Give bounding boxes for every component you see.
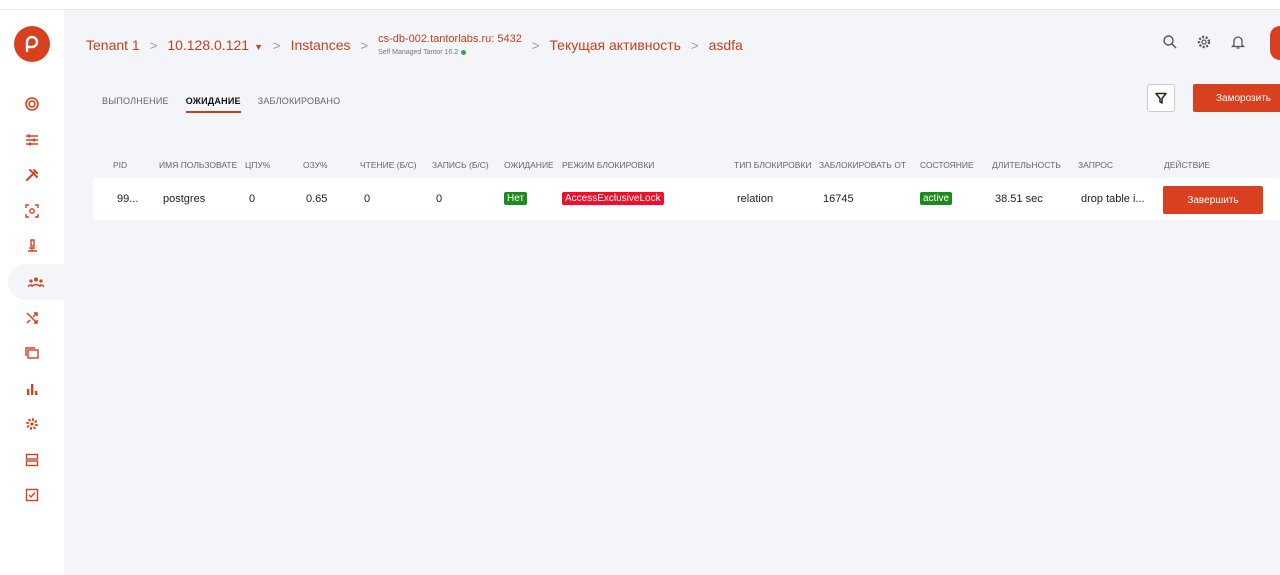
cell-blocked-by: 16745	[823, 193, 854, 205]
table-row[interactable]: 99... postgres 0 0.65 0 0 Нет AccessExcl…	[93, 178, 1280, 220]
col-waiting[interactable]: ОЖИДАНИЕ	[504, 160, 553, 170]
db-version-text: Self Managed Tantor 16.2	[378, 49, 459, 56]
cell-cpu: 0	[249, 193, 256, 205]
filter-icon	[1155, 92, 1167, 104]
chevron-right-icon: >	[149, 37, 158, 53]
cell-duration: 38.51 sec	[995, 193, 1043, 205]
crumb-host-label: 10.128.0.121	[167, 37, 250, 53]
status-dot-icon	[461, 50, 467, 55]
crumb-tenant[interactable]: Tenant 1	[86, 37, 140, 53]
col-duration[interactable]: ДЛИТЕЛЬНОСТЬ	[992, 160, 1072, 170]
chevron-right-icon: >	[531, 37, 540, 53]
top-strip	[0, 0, 1280, 10]
header: Tenant 1 > 10.128.0.121 ▼ > Instances > c…	[64, 10, 1280, 74]
crumb-activity[interactable]: Текущая активность	[549, 37, 681, 53]
microscope-icon[interactable]	[22, 236, 42, 256]
activity-table: PID ИМЯ ПОЛЬЗОВАТЕЛЯ ЦПУ% ОЗУ% ЧТЕНИЕ (Б…	[93, 150, 1280, 220]
sliders-icon[interactable]	[22, 130, 42, 150]
logo-mark-icon	[25, 35, 39, 53]
cell-user: postgres	[163, 193, 206, 205]
users-icon[interactable]	[8, 264, 64, 300]
freeze-button[interactable]: Заморозить	[1193, 84, 1280, 112]
target-icon[interactable]	[22, 94, 42, 114]
cell-query[interactable]: drop table i...	[1081, 193, 1145, 205]
col-pid[interactable]: PID	[113, 160, 143, 170]
chevron-right-icon: >	[272, 37, 281, 53]
col-action[interactable]: ДЕЙСТВИЕ	[1164, 160, 1224, 170]
checklist-icon[interactable]	[22, 485, 42, 505]
bar-chart-icon[interactable]	[22, 379, 42, 399]
col-state[interactable]: СОСТОЯНИЕ	[920, 160, 984, 170]
gear-icon[interactable]	[1196, 34, 1214, 52]
scan-icon[interactable]	[22, 201, 42, 221]
cog-icon[interactable]	[22, 414, 42, 434]
user-menu-button[interactable]	[1270, 26, 1280, 60]
chevron-right-icon: >	[360, 37, 369, 53]
crumb-db-sub: Self Managed Tantor 16.2	[378, 49, 522, 56]
cell-write: 0	[436, 193, 443, 205]
crumb-host[interactable]: 10.128.0.121 ▼	[167, 37, 263, 53]
server-icon[interactable]	[22, 450, 42, 470]
crumb-current: asdfa	[708, 37, 743, 53]
bell-icon[interactable]	[1230, 34, 1248, 52]
col-ram[interactable]: ОЗУ%	[303, 160, 343, 170]
cell-read: 0	[364, 193, 371, 205]
waiting-badge: Нет	[504, 192, 528, 205]
col-lock-type[interactable]: ТИП БЛОКИРОВКИ	[734, 160, 812, 170]
caret-down-icon: ▼	[254, 42, 263, 52]
cell-pid: 99...	[117, 193, 139, 205]
state-badge: active	[920, 192, 953, 205]
table-header: PID ИМЯ ПОЛЬЗОВАТЕЛЯ ЦПУ% ОЗУ% ЧТЕНИЕ (Б…	[93, 150, 1280, 178]
col-query[interactable]: ЗАПРОС	[1078, 160, 1128, 170]
app-logo[interactable]	[14, 26, 50, 62]
terminate-button[interactable]: Завершить	[1163, 186, 1263, 214]
col-user[interactable]: ИМЯ ПОЛЬЗОВАТЕЛЯ	[159, 160, 237, 170]
tab-running[interactable]: ВЫПОЛНЕНИЕ	[102, 96, 169, 113]
tools-icon[interactable]	[22, 165, 42, 185]
col-read[interactable]: ЧТЕНИЕ (Б/С)	[360, 160, 428, 170]
col-blocked-by[interactable]: ЗАБЛОКИРОВАТЬ ОТ	[819, 160, 914, 170]
tab-bar: ВЫПОЛНЕНИЕ ОЖИДАНИЕ ЗАБЛОКИРОВАНО	[102, 96, 340, 113]
tab-waiting[interactable]: ОЖИДАНИЕ	[185, 96, 241, 113]
crumb-db-label: cs-db-002.tantorlabs.ru: 5432	[378, 33, 522, 45]
cell-lock-type: relation	[737, 193, 774, 205]
cell-ram: 0.65	[306, 193, 328, 205]
breadcrumb: Tenant 1 > 10.128.0.121 ▼ > Instances > c…	[86, 33, 743, 57]
col-write[interactable]: ЗАПИСЬ (Б/С)	[432, 160, 500, 170]
crumb-instances[interactable]: Instances	[291, 37, 351, 53]
filter-button[interactable]	[1147, 84, 1175, 112]
chevron-right-icon: >	[690, 37, 699, 53]
tab-blocked[interactable]: ЗАБЛОКИРОВАНО	[258, 96, 341, 113]
col-cpu[interactable]: ЦПУ%	[245, 160, 285, 170]
folders-icon[interactable]	[22, 343, 42, 363]
lock-mode-badge: AccessExclusiveLock	[562, 192, 664, 205]
crumb-db[interactable]: cs-db-002.tantorlabs.ru: 5432 Self Manag…	[378, 33, 522, 57]
sidebar	[0, 10, 64, 575]
col-lock-mode[interactable]: РЕЖИМ БЛОКИРОВКИ	[562, 160, 692, 170]
search-icon[interactable]	[1162, 34, 1180, 52]
shuffle-icon[interactable]	[22, 308, 42, 328]
